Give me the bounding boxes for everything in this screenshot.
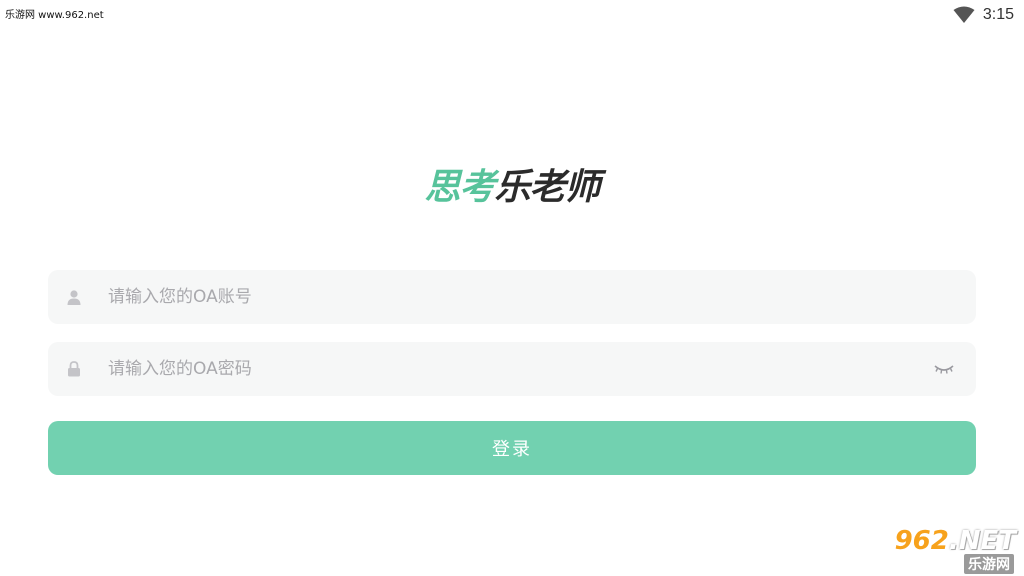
user-icon — [66, 289, 82, 305]
watermark-logo: 962.NET 乐游网 — [884, 526, 1018, 574]
eye-closed-icon[interactable] — [932, 361, 956, 377]
account-input[interactable] — [106, 269, 976, 325]
account-field[interactable] — [48, 269, 976, 325]
watermark-suffix: .NET — [948, 526, 1016, 556]
app-logo: 思考乐老师 — [0, 166, 1024, 210]
wifi-icon — [953, 6, 975, 23]
lock-icon — [66, 361, 82, 377]
status-time: 3:15 — [982, 6, 1014, 23]
watermark-sub: 乐游网 — [964, 554, 1014, 574]
logo-text-green: 思考 — [424, 167, 495, 208]
password-field[interactable] — [48, 341, 976, 397]
logo-text-dark: 乐老师 — [494, 167, 601, 208]
status-bar: 乐游网 www.962.net 3:15 — [0, 0, 1024, 30]
watermark-brand: 962.NET — [895, 526, 1016, 556]
watermark-number: 962 — [894, 526, 949, 556]
password-input[interactable] — [106, 341, 932, 397]
source-tag: 乐游网 www.962.net — [5, 10, 104, 21]
status-icons: 3:15 — [953, 4, 1014, 26]
login-button[interactable]: 登录 — [48, 421, 976, 475]
